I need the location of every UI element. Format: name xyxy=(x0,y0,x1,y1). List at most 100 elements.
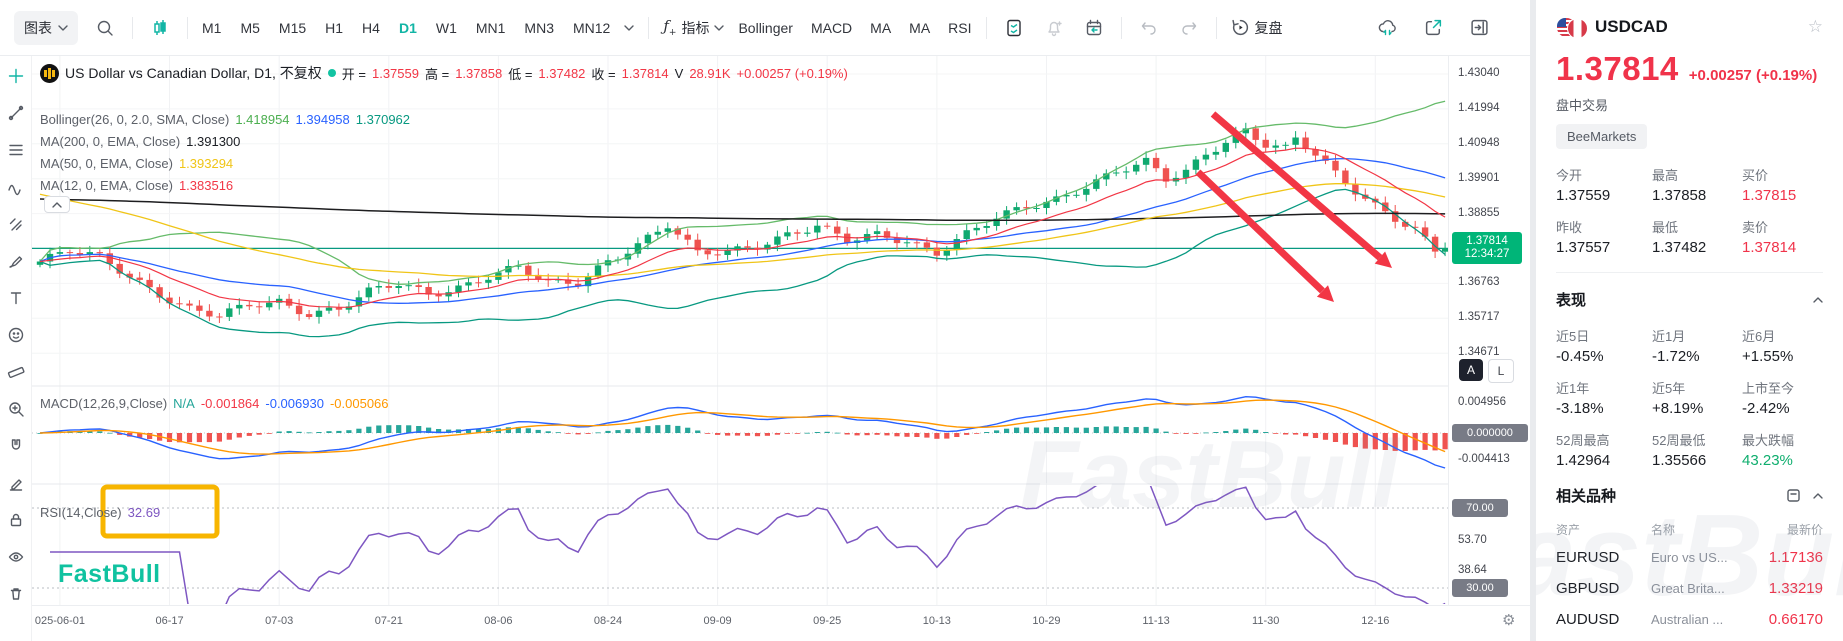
brush-tool-button[interactable] xyxy=(6,251,26,271)
wave-pattern-tool-button[interactable] xyxy=(6,177,26,197)
performance-label: 近5日 xyxy=(1556,326,1652,345)
search-icon[interactable] xyxy=(92,15,118,41)
trash-tool-button[interactable] xyxy=(6,584,26,604)
change-value: +0.00257 (+0.19%) xyxy=(737,66,848,81)
layout-panels-icon[interactable] xyxy=(1001,15,1027,41)
log-scale-button[interactable]: L xyxy=(1488,359,1514,383)
chart-plot-area[interactable] xyxy=(32,56,1448,641)
indicator-shortcut-macd[interactable]: MACD xyxy=(811,20,852,36)
zoom-in-tool-button[interactable] xyxy=(6,399,26,419)
indicator-legend-row[interactable]: MA(12, 0, EMA, Close)1.383516 xyxy=(40,178,233,193)
rsi-legend[interactable]: RSI(14,Close) 32.69 xyxy=(40,505,160,520)
zoom-in-tool-icon xyxy=(7,400,25,418)
candlestick-style-icon[interactable] xyxy=(147,15,173,41)
timeframe-h1[interactable]: H1 xyxy=(325,20,343,36)
close-label: 收 = xyxy=(591,64,615,83)
magnet-tool-button[interactable] xyxy=(6,436,26,456)
symbol-legend[interactable]: US Dollar vs Canadian Dollar, D1, 不复权 开 … xyxy=(40,63,848,83)
indicator-shortcut-rsi[interactable]: RSI xyxy=(948,20,971,36)
close-value: 1.37814 xyxy=(622,66,669,81)
performance-item: 52周最高1.42964 xyxy=(1556,430,1652,469)
lock-tool-button[interactable] xyxy=(6,510,26,530)
performance-item: 近1年-3.18% xyxy=(1556,378,1652,417)
volume-label: V xyxy=(675,66,684,81)
rsi-legend-name: RSI(14,Close) xyxy=(40,505,122,520)
crosshair-tool-button[interactable] xyxy=(6,66,26,86)
settings-gear-icon[interactable]: ⚙ xyxy=(1502,611,1515,629)
emoji-tool-button[interactable] xyxy=(6,325,26,345)
timeframe-m15[interactable]: M15 xyxy=(279,20,306,36)
collapse-chevron-icon[interactable] xyxy=(1813,297,1823,303)
related-row[interactable]: GBPUSDGreat Brita...1.33219 xyxy=(1556,573,1823,604)
timeframe-d1[interactable]: D1 xyxy=(399,20,417,36)
performance-item: 最大跌幅43.23% xyxy=(1742,430,1823,469)
trend-line-tool-icon xyxy=(7,104,25,122)
trend-line-tool-button[interactable] xyxy=(6,103,26,123)
performance-header: 表现 xyxy=(1556,289,1823,310)
divider xyxy=(1556,272,1823,273)
timeframe-mn1[interactable]: MN1 xyxy=(476,20,506,36)
indicator-shortcut-ma-3[interactable]: MA xyxy=(909,20,930,36)
timeframe-h4[interactable]: H4 xyxy=(362,20,380,36)
alert-bell-icon[interactable] xyxy=(1041,15,1067,41)
indicator-legend-row[interactable]: MA(50, 0, EMA, Close)1.393294 xyxy=(40,156,233,171)
pitchfork-tool-button[interactable] xyxy=(6,214,26,234)
related-header-cell: 最新价 xyxy=(1787,521,1823,538)
macd-legend-name: MACD(12,26,9,Close) xyxy=(40,396,167,411)
macd-axis-label: -0.004413 xyxy=(1458,453,1510,465)
price-axis-label: 1.34671 xyxy=(1458,346,1500,358)
favorite-star-icon[interactable]: ☆ xyxy=(1808,17,1823,37)
timeframe-more-chevron-icon[interactable] xyxy=(624,25,634,31)
wave-pattern-tool-icon xyxy=(7,178,25,196)
text-tool-button[interactable] xyxy=(6,288,26,308)
related-header: 相关品种 xyxy=(1556,485,1823,506)
chart-menu-button[interactable]: 图表 xyxy=(14,11,78,45)
time-axis-label: 12-16 xyxy=(1361,615,1389,627)
gann-fib-tool-button[interactable] xyxy=(6,140,26,160)
broker-chip[interactable]: BeeMarkets xyxy=(1556,124,1647,149)
timeframe-mn12[interactable]: MN12 xyxy=(573,20,610,36)
volume-value: 28.91K xyxy=(689,66,730,81)
macd-axis-label: 0.004956 xyxy=(1458,396,1506,408)
auto-scale-button[interactable]: A xyxy=(1459,359,1483,381)
pane-collapse-button[interactable] xyxy=(44,196,70,213)
collapse-panel-icon[interactable] xyxy=(1466,15,1492,41)
timeframe-m5[interactable]: M5 xyxy=(240,20,259,36)
related-row[interactable]: AUDUSDAustralian ...0.66170 xyxy=(1556,604,1823,635)
related-row[interactable]: EURUSDEuro vs US...1.17136 xyxy=(1556,542,1823,573)
symbol-title: USDCAD xyxy=(1595,17,1668,37)
timeframe-m1[interactable]: M1 xyxy=(202,20,221,36)
quote-stat-value: 1.37557 xyxy=(1556,239,1652,256)
price-axis[interactable]: 1.430401.419941.409481.399011.388551.367… xyxy=(1448,56,1530,605)
indicator-shortcut-ma-2[interactable]: MA xyxy=(870,20,891,36)
related-price: 1.33219 xyxy=(1769,580,1823,597)
quote-stat-label: 买价 xyxy=(1742,165,1823,184)
indicator-legend-row[interactable]: MA(200, 0, EMA, Close)1.391300 xyxy=(40,134,240,149)
share-export-icon[interactable] xyxy=(1420,15,1446,41)
related-list-icon[interactable] xyxy=(1786,488,1801,503)
quote-stat: 最低1.37482 xyxy=(1652,217,1742,256)
divider xyxy=(132,17,133,39)
timeframe-mn3[interactable]: MN3 xyxy=(524,20,554,36)
highlighter-tool-button[interactable] xyxy=(6,473,26,493)
replay-button[interactable]: 复盘 xyxy=(1231,18,1283,38)
indicators-menu-button[interactable]: ƒ+ 指标 xyxy=(663,17,724,38)
timeframe-w1[interactable]: W1 xyxy=(436,20,457,36)
quote-stat: 卖价1.37814 xyxy=(1742,217,1823,256)
ruler-tool-button[interactable] xyxy=(6,362,26,382)
eye-tool-button[interactable] xyxy=(6,547,26,567)
indicator-shortcut-bollinger[interactable]: Bollinger xyxy=(738,20,792,36)
calendar-icon[interactable] xyxy=(1081,15,1107,41)
quote-stat-label: 今开 xyxy=(1556,165,1652,184)
time-axis[interactable]: 025-06-0106-1707-0307-2108-0608-2409-090… xyxy=(32,605,1530,641)
indicator-value: 1.383516 xyxy=(179,178,233,193)
indicator-shortcut-row: Bollinger MACD MA MA RSI xyxy=(738,20,971,36)
undo-icon[interactable] xyxy=(1136,15,1162,41)
redo-icon[interactable] xyxy=(1176,15,1202,41)
cloud-sync-icon[interactable] xyxy=(1374,15,1400,41)
price-axis-label: 1.39901 xyxy=(1458,172,1500,184)
time-axis-label: 10-29 xyxy=(1032,615,1060,627)
collapse-chevron-icon[interactable] xyxy=(1813,493,1823,499)
indicator-legend-row[interactable]: Bollinger(26, 0, 2.0, SMA, Close)1.41895… xyxy=(40,112,410,127)
macd-legend[interactable]: MACD(12,26,9,Close) N/A -0.001864 -0.006… xyxy=(40,396,389,411)
